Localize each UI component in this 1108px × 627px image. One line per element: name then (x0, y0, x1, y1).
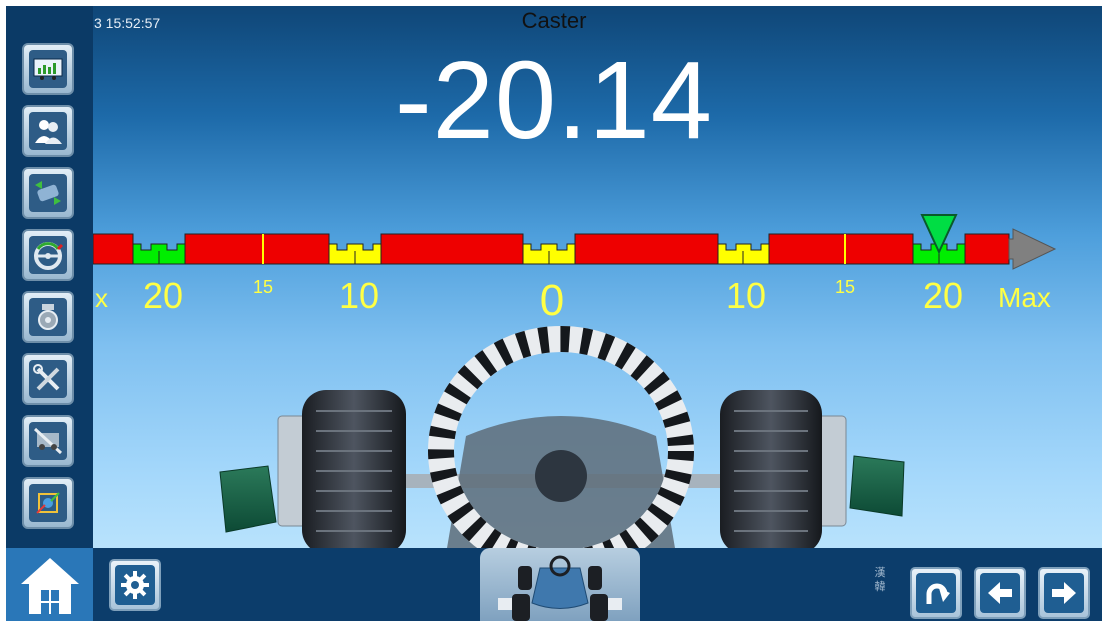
scale-segment-red (380, 233, 524, 265)
graphics-icon (29, 484, 67, 522)
sidebar-item-wheel-runout[interactable] (22, 167, 74, 219)
scale-segment-red (184, 233, 330, 265)
scale-segment-red (768, 233, 914, 265)
redo-button[interactable] (910, 567, 962, 619)
sidebar-item-graphics[interactable] (22, 477, 74, 529)
vehicle-view-button[interactable] (480, 548, 640, 621)
scale-label-15-left: 15 (253, 277, 273, 297)
settings-button[interactable] (109, 559, 161, 611)
tolerance-scale: x 20 15 10 0 10 15 20 Max (93, 214, 1057, 325)
target-panel-left (219, 465, 277, 533)
sidebar-item-brake[interactable] (22, 291, 74, 343)
scale-segment-red (93, 233, 134, 265)
scale-label-20-right: 20 (923, 275, 963, 316)
car-top-icon (498, 555, 622, 621)
brake-pedal-icon (29, 298, 67, 336)
redo-icon (926, 583, 950, 604)
scale-label-15-right: 15 (835, 277, 855, 297)
next-button[interactable] (1038, 567, 1090, 619)
steering-wheel-icon (29, 236, 67, 274)
scale-label-10-left: 10 (339, 275, 379, 316)
scale-label-10-right: 10 (726, 275, 766, 316)
sidebar-item-calibration[interactable] (22, 415, 74, 467)
scale-label-0: 0 (540, 276, 564, 325)
alignment-screen: 3 15:52:57 Caster -20.14 x 20 15 10 0 10… (6, 6, 1102, 621)
tools-icon (29, 360, 67, 398)
scale-label-left-edge: x (95, 283, 108, 313)
arrow-right-icon (1052, 582, 1076, 604)
page-title: Caster (521, 8, 587, 33)
home-button[interactable] (6, 548, 93, 621)
scale-segment-red (964, 233, 1010, 265)
gear-icon (121, 571, 149, 599)
scale-segment-red (574, 233, 719, 265)
home-icon (20, 557, 79, 614)
calibration-icon (29, 422, 67, 460)
scale-label-20-left: 20 (143, 275, 183, 316)
arrow-left-icon (988, 582, 1012, 604)
target-panel-right (849, 455, 905, 517)
value-pointer (920, 214, 958, 255)
steering-hub (535, 450, 587, 502)
caster-reading: -20.14 (395, 39, 713, 162)
wheel-runout-icon (29, 174, 67, 212)
sidebar-item-tools[interactable] (22, 353, 74, 405)
sidebar-item-steering[interactable] (22, 229, 74, 281)
scale-label-max: Max (998, 282, 1051, 313)
back-button[interactable] (974, 567, 1026, 619)
language-switch[interactable]: 漢 韓 (870, 566, 890, 594)
bottom-toolbar: 漢 韓 (6, 548, 1102, 621)
vehicle-scene (219, 326, 905, 551)
scale-max-arrow (1008, 228, 1057, 270)
